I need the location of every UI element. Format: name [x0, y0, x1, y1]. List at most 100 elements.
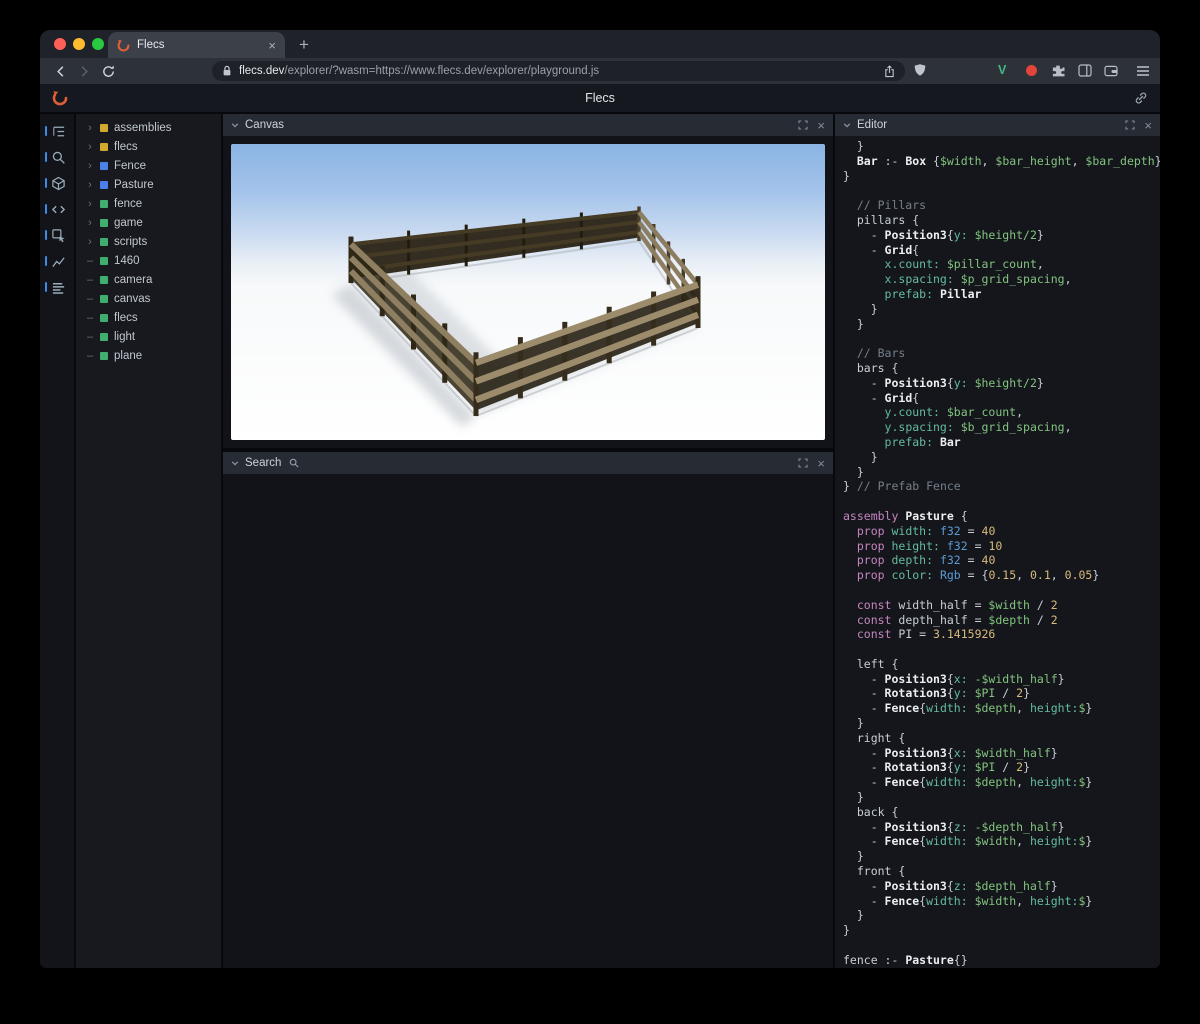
code-line: x.spacing: $p_grid_spacing,	[884, 272, 1072, 287]
stats-button[interactable]	[40, 248, 74, 274]
tree-item-Fence[interactable]: › Fence	[76, 156, 221, 175]
entity-label: assemblies	[114, 121, 172, 134]
expand-panel-icon[interactable]	[1125, 120, 1135, 130]
entity-color-swatch	[100, 275, 108, 284]
editor-panel-title: Editor	[857, 119, 888, 131]
code-line: Bar :- Box {$width, $bar_height, $bar_de…	[856, 153, 1160, 168]
extensions-puzzle-icon[interactable]	[1051, 64, 1065, 78]
tree-view-icon	[53, 126, 65, 136]
tree-item-camera[interactable]: – camera	[76, 270, 221, 289]
browser-toolbar: flecs.dev/explorer/?wasm=https://www.fle…	[40, 58, 1160, 84]
code-line: right {	[843, 730, 906, 745]
search-panel-header: Search ×	[223, 452, 833, 474]
extension-v-icon[interactable]: V	[998, 63, 1006, 77]
leaf-dash-icon: –	[86, 292, 94, 305]
url-text: flecs.dev/explorer/?wasm=https://www.fle…	[239, 65, 600, 77]
expander-icon[interactable]: ›	[86, 141, 94, 153]
share-link-icon[interactable]	[1134, 91, 1148, 110]
flecs-favicon-icon	[117, 39, 130, 52]
close-window-button[interactable]	[54, 38, 66, 50]
entity-label: light	[114, 330, 136, 343]
tree-item-fence[interactable]: › fence	[76, 194, 221, 213]
wallet-icon[interactable]	[1104, 65, 1118, 77]
code-line: - Fence{width: $width, height:$}	[843, 834, 1093, 849]
code-line: prop depth: f32 = 40	[856, 553, 996, 568]
chevron-down-icon[interactable]	[843, 121, 851, 129]
inspect-button[interactable]	[40, 222, 74, 248]
tree-view-button[interactable]	[40, 118, 74, 144]
entity-label: fence	[114, 197, 143, 210]
forward-button[interactable]	[74, 61, 94, 81]
code-line: const PI = 3.1415926	[856, 627, 996, 642]
close-panel-icon[interactable]: ×	[817, 119, 825, 132]
reload-button[interactable]	[98, 61, 118, 81]
icon-rail	[40, 114, 74, 968]
code-line: - Grid{	[843, 242, 920, 257]
entity-color-swatch	[100, 218, 108, 227]
tree-item-1460[interactable]: – 1460	[76, 251, 221, 270]
editor-panel-header: Editor ×	[835, 114, 1160, 136]
tree-item-assemblies[interactable]: › assemblies	[76, 118, 221, 137]
new-tab-button[interactable]: +	[293, 35, 315, 55]
tree-item-scripts[interactable]: › scripts	[76, 232, 221, 251]
window-controls	[54, 38, 104, 50]
expander-icon[interactable]: ›	[86, 179, 94, 191]
close-panel-icon[interactable]: ×	[1144, 119, 1152, 132]
code-line: - Position3{x: -$width_half}	[843, 671, 1065, 686]
expander-icon[interactable]: ›	[86, 198, 94, 210]
entity-label: camera	[114, 273, 153, 286]
chevron-down-icon[interactable]	[231, 459, 239, 467]
code-line: y.spacing: $b_grid_spacing,	[884, 420, 1072, 435]
tree-item-light[interactable]: – light	[76, 327, 221, 346]
search-panel-title: Search	[245, 457, 282, 469]
minimize-window-button[interactable]	[73, 38, 85, 50]
tree-item-flecs[interactable]: › flecs	[76, 137, 221, 156]
code-line: - Position3{z: $depth_half}	[843, 878, 1058, 893]
back-button[interactable]	[50, 61, 70, 81]
entity-color-swatch	[100, 351, 108, 360]
code-line: x.count: $pillar_count,	[884, 257, 1044, 272]
zoom-window-button[interactable]	[92, 38, 104, 50]
flecs-logo-icon[interactable]	[52, 90, 68, 111]
tree-item-plane[interactable]: – plane	[76, 346, 221, 365]
brave-shield-icon[interactable]	[914, 63, 926, 77]
search-button[interactable]	[40, 144, 74, 170]
canvas-panel: Canvas ×	[223, 114, 833, 448]
code-line: // Pillars	[843, 198, 927, 213]
leaf-dash-icon: –	[86, 311, 94, 324]
sidebar-icon[interactable]	[1078, 64, 1092, 77]
chevron-down-icon[interactable]	[231, 121, 239, 129]
expander-icon[interactable]: ›	[86, 160, 94, 172]
expander-icon[interactable]: ›	[86, 122, 94, 134]
3d-viewport[interactable]	[231, 144, 825, 440]
expander-icon[interactable]: ›	[86, 217, 94, 229]
tree-item-game[interactable]: › game	[76, 213, 221, 232]
entity-color-swatch	[100, 313, 108, 322]
center-column: Canvas × Search ×	[223, 114, 833, 968]
code-line: - Rotation3{y: $PI / 2}	[843, 760, 1031, 775]
tree-item-canvas[interactable]: – canvas	[76, 289, 221, 308]
tab-close-icon[interactable]: ×	[268, 39, 276, 52]
browser-tab[interactable]: Flecs ×	[108, 32, 285, 58]
editor-button[interactable]	[40, 196, 74, 222]
url-bar[interactable]: flecs.dev/explorer/?wasm=https://www.fle…	[212, 61, 905, 81]
extension-red-icon[interactable]	[1026, 65, 1037, 76]
expand-panel-icon[interactable]	[798, 458, 808, 468]
share-icon[interactable]	[884, 64, 895, 78]
code-line: - Position3{y: $height/2}	[843, 375, 1044, 390]
expand-panel-icon[interactable]	[798, 120, 808, 130]
code-line: y.count: $bar_count,	[884, 405, 1024, 420]
app-header: Flecs	[40, 84, 1160, 112]
code-editor[interactable]: } Bar :- Box {$width, $bar_height, $bar_…	[835, 136, 1160, 968]
menu-icon[interactable]	[1136, 65, 1150, 77]
search-panel-body[interactable]	[223, 474, 833, 968]
queries-button[interactable]	[40, 274, 74, 300]
entity-label: plane	[114, 349, 143, 362]
tree-item-Pasture[interactable]: › Pasture	[76, 175, 221, 194]
entities-button[interactable]	[40, 170, 74, 196]
expander-icon[interactable]: ›	[86, 236, 94, 248]
tree-item-flecs[interactable]: – flecs	[76, 308, 221, 327]
close-panel-icon[interactable]: ×	[817, 457, 825, 470]
